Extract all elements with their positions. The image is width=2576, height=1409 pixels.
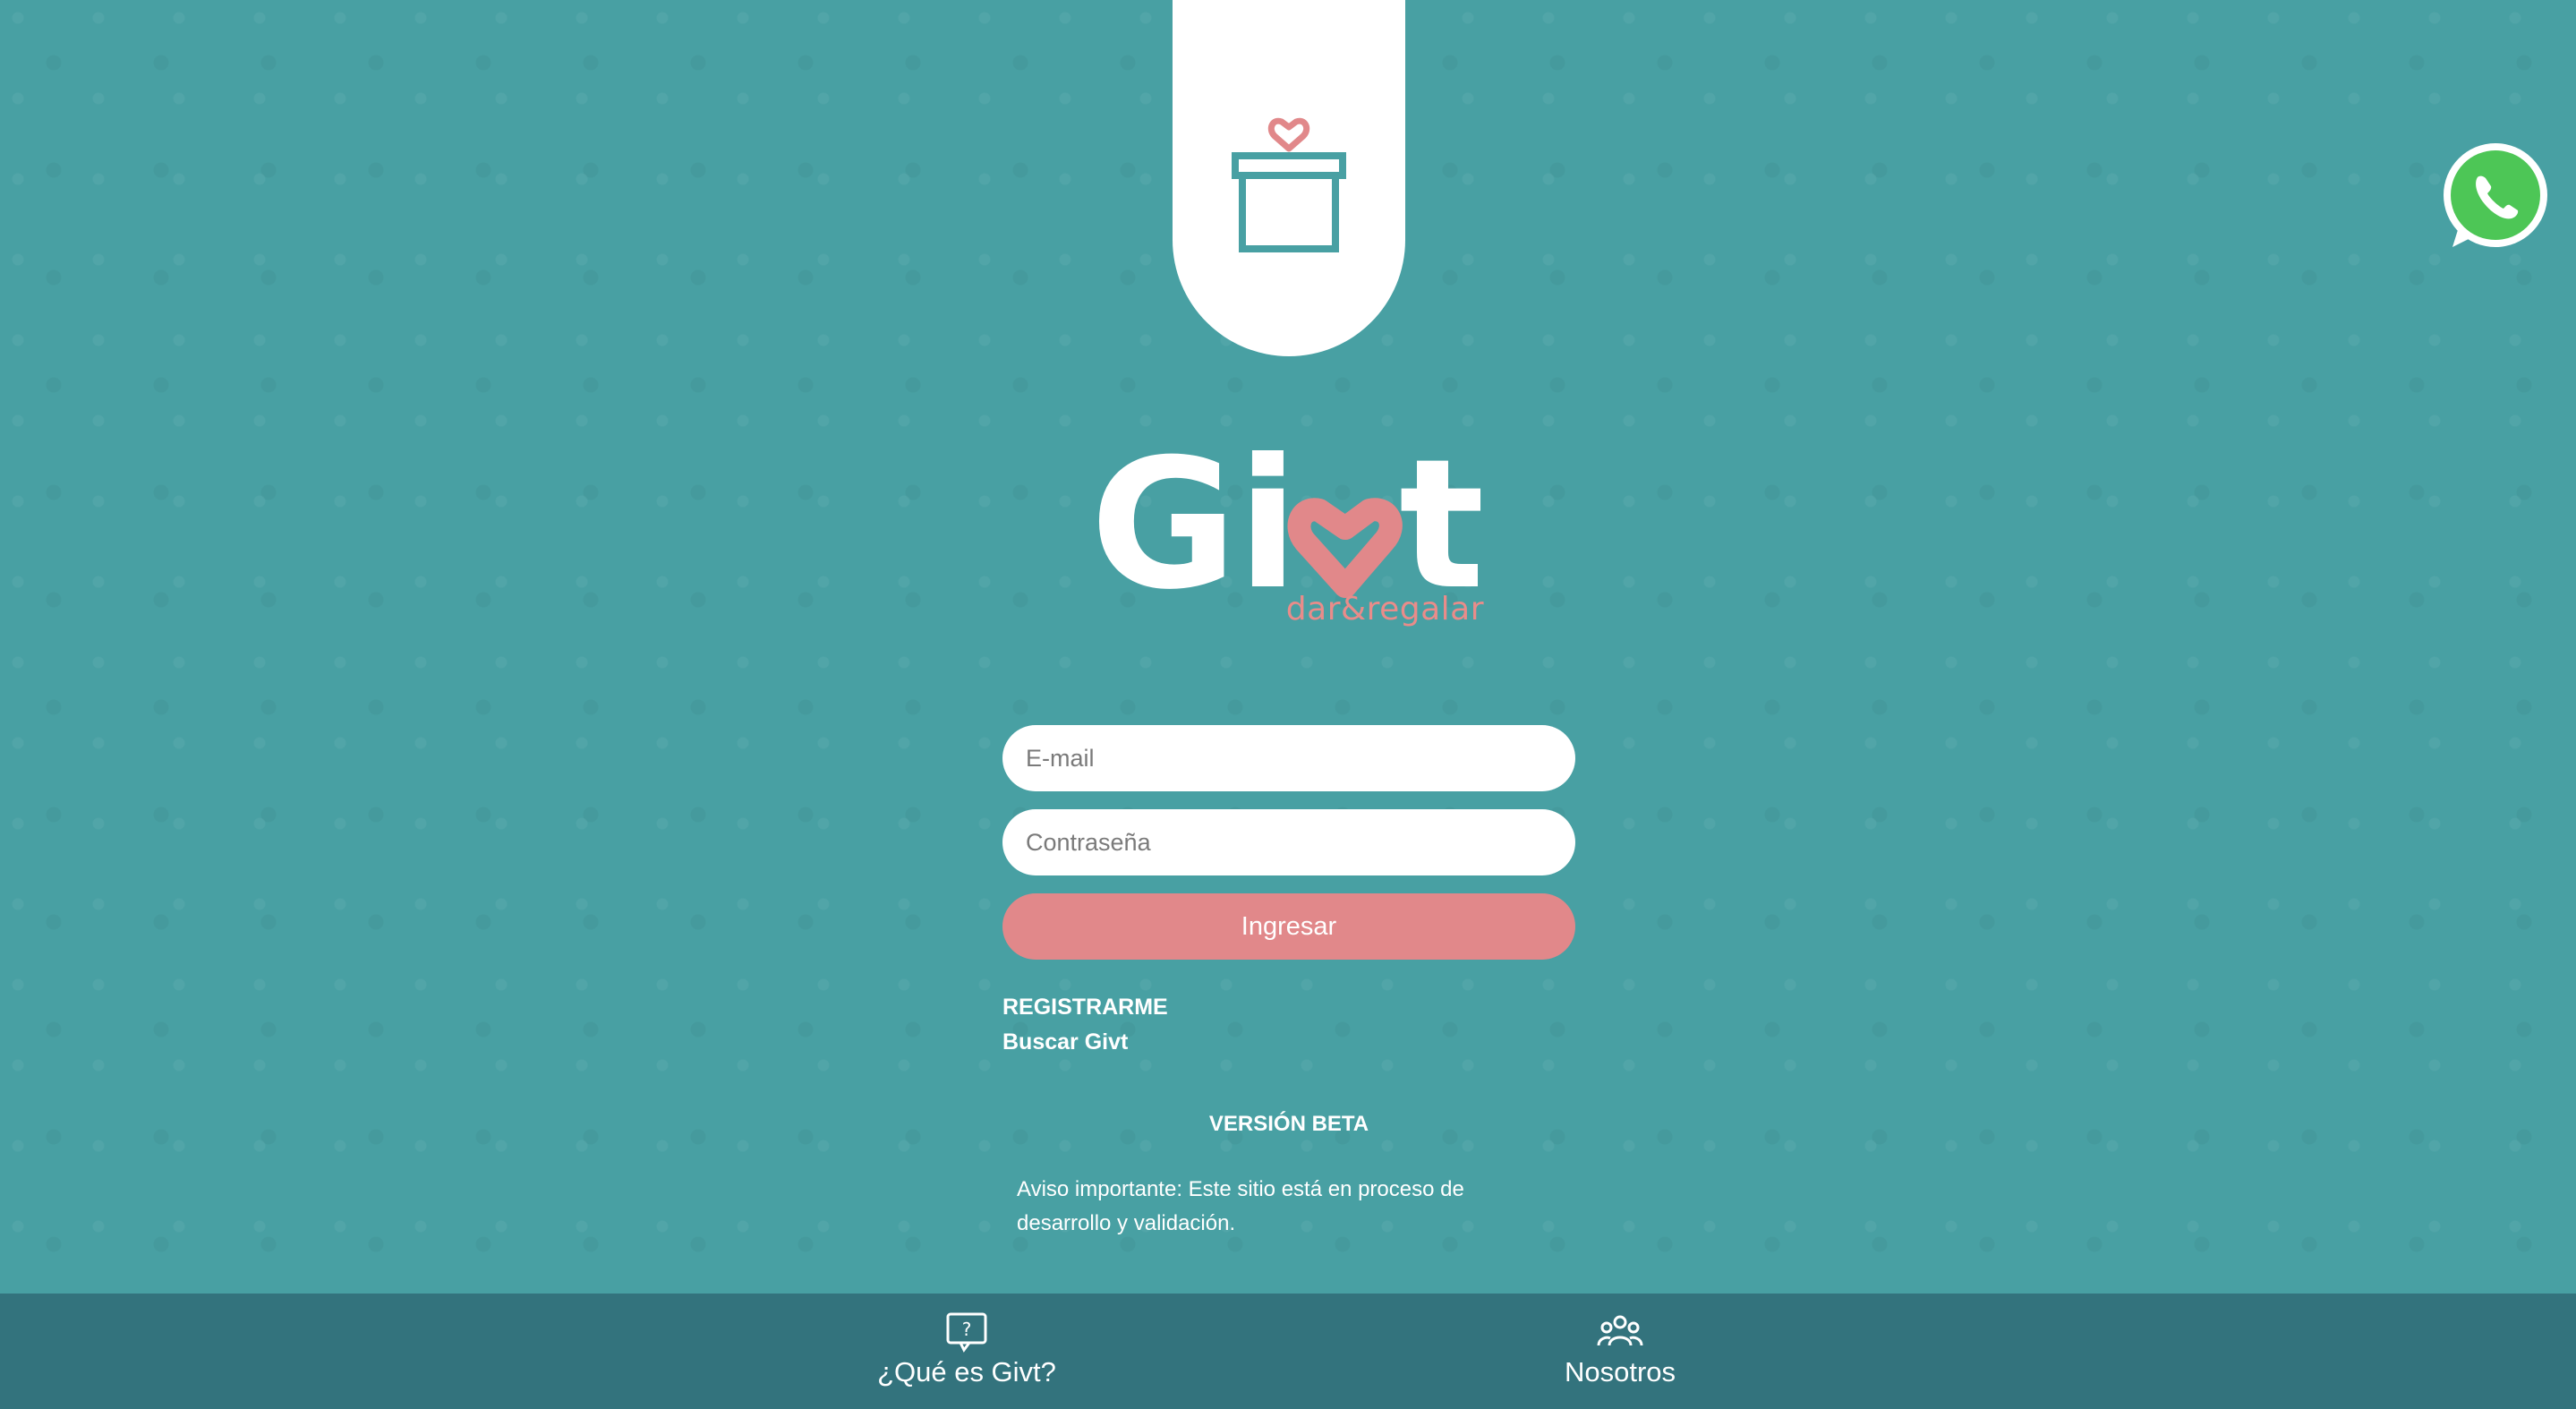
email-input[interactable] — [1002, 725, 1575, 791]
footer-label-nosotros: Nosotros — [1564, 1356, 1676, 1388]
footer-nav: ? ¿Qué es Givt? Nosotros — [0, 1294, 2576, 1409]
givt-wordmark: Gi t — [1090, 421, 1485, 600]
footer-item-nosotros[interactable]: Nosotros — [1531, 1311, 1710, 1388]
gift-heart-icon — [1232, 117, 1346, 252]
question-bubble-icon: ? — [946, 1312, 987, 1353]
register-link[interactable]: REGISTRARME — [1002, 990, 1575, 1025]
login-button[interactable]: Ingresar — [1002, 893, 1575, 960]
givt-logo: Gi t dar&regalar — [1090, 421, 1493, 636]
logo-letters-gi: Gi — [1090, 421, 1299, 600]
svg-text:?: ? — [962, 1319, 972, 1340]
login-page: Gi t dar&regalar Ingresar REGISTRARME Bu… — [0, 0, 2576, 1409]
login-form: Ingresar REGISTRARME Buscar Givt — [1002, 725, 1575, 1060]
auth-links: REGISTRARME Buscar Givt — [1002, 990, 1575, 1060]
people-group-icon — [1597, 1315, 1643, 1346]
logo-tagline: dar&regalar — [1285, 591, 1484, 628]
logo-letter-t: t — [1399, 421, 1485, 600]
whatsapp-icon — [2444, 143, 2547, 247]
footer-label-what: ¿Qué es Givt? — [877, 1356, 1056, 1388]
search-givt-link[interactable]: Buscar Givt — [1002, 1025, 1575, 1060]
top-gift-tab — [1173, 0, 1405, 356]
whatsapp-button[interactable] — [2438, 141, 2549, 254]
beta-title: VERSIÓN BETA — [1208, 1112, 1369, 1136]
footer-item-what-is-givt[interactable]: ? ¿Qué es Givt? — [877, 1311, 1056, 1388]
beta-notice: Aviso importante: Este sitio está en pro… — [1017, 1177, 1464, 1235]
password-input[interactable] — [1002, 809, 1575, 875]
